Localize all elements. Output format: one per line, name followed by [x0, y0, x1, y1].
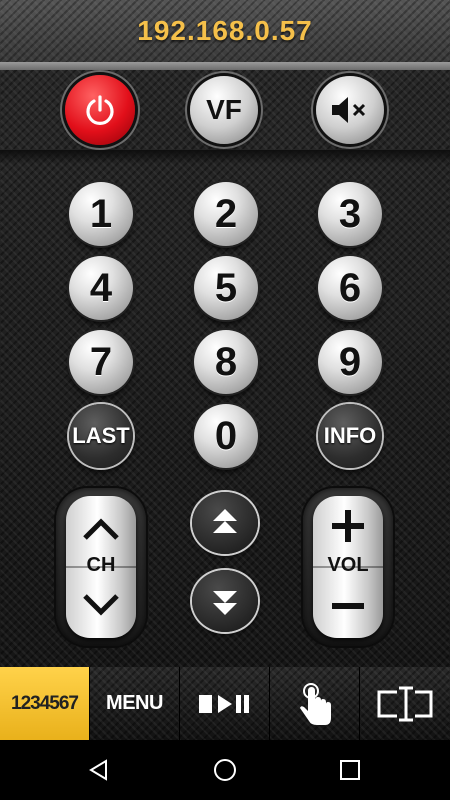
page-down-icon	[213, 591, 237, 615]
tab-menu-label: MENU	[106, 692, 163, 714]
digit-label: 8	[214, 339, 238, 384]
channel-down-button[interactable]	[66, 568, 136, 638]
tab-playback[interactable]	[180, 667, 270, 740]
digit-8-button[interactable]: 8	[194, 330, 258, 394]
volume-rocker-body: VOL	[313, 496, 383, 638]
bottom-toolbar: 1234567 MENU	[0, 667, 450, 740]
back-button[interactable]	[84, 755, 114, 785]
digit-1-button[interactable]: 1	[69, 182, 133, 246]
chevron-down-icon	[83, 594, 119, 616]
digit-label: 5	[214, 265, 238, 310]
vf-button[interactable]: VF	[190, 76, 258, 144]
digit-label: 1	[89, 191, 113, 236]
tab-keypad[interactable]: 1234567	[0, 667, 90, 740]
section-divider	[0, 150, 450, 164]
top-controls: VF	[0, 70, 450, 150]
digit-label: 4	[89, 265, 113, 310]
volume-rocker: VOL	[303, 488, 393, 646]
digit-4-button[interactable]: 4	[69, 256, 133, 320]
tab-menu[interactable]: MENU	[90, 667, 180, 740]
vf-label: VF	[206, 94, 242, 125]
plus-icon	[332, 510, 364, 542]
recents-button[interactable]	[335, 755, 365, 785]
home-button[interactable]	[210, 755, 240, 785]
screen-icon	[377, 686, 433, 721]
digit-label: 6	[338, 265, 362, 310]
channel-rocker: CH	[56, 488, 146, 646]
digit-label: 3	[338, 191, 362, 236]
mute-icon	[332, 97, 366, 123]
power-icon	[86, 95, 114, 125]
chevron-up-icon	[83, 518, 119, 540]
channel-rocker-body: CH	[66, 496, 136, 638]
device-ip-address: 192.168.0.57	[137, 15, 313, 46]
digit-7-button[interactable]: 7	[69, 330, 133, 394]
volume-down-button[interactable]	[313, 568, 383, 638]
digit-6-button[interactable]: 6	[318, 256, 382, 320]
back-icon	[89, 759, 107, 781]
system-nav-bar	[0, 740, 450, 800]
touch-icon	[299, 682, 331, 725]
digit-label: 2	[214, 191, 238, 236]
digit-label: 9	[338, 339, 362, 384]
play-pause-icon	[198, 694, 249, 713]
digit-label: 7	[89, 339, 113, 384]
digit-9-button[interactable]: 9	[318, 330, 382, 394]
tab-screen[interactable]	[360, 667, 450, 740]
digit-5-button[interactable]: 5	[194, 256, 258, 320]
info-button[interactable]: INFO	[318, 404, 382, 468]
app-header: 192.168.0.57	[0, 0, 450, 62]
header-divider	[0, 62, 450, 70]
digit-label: 0	[214, 413, 238, 458]
power-button[interactable]	[65, 75, 135, 145]
page-up-button[interactable]	[192, 492, 258, 554]
last-label: LAST	[72, 423, 130, 448]
last-button[interactable]: LAST	[69, 404, 133, 468]
mute-button[interactable]	[316, 76, 384, 144]
recents-icon	[340, 760, 360, 780]
digit-2-button[interactable]: 2	[194, 182, 258, 246]
home-icon	[214, 759, 236, 781]
tab-touch[interactable]	[270, 667, 360, 740]
digit-0-button[interactable]: 0	[194, 404, 258, 468]
page-down-button[interactable]	[192, 570, 258, 632]
digit-3-button[interactable]: 3	[318, 182, 382, 246]
info-label: INFO	[323, 423, 377, 448]
minus-icon	[332, 603, 364, 609]
page-up-icon	[213, 509, 237, 533]
tab-keypad-label: 1234567	[11, 692, 79, 714]
